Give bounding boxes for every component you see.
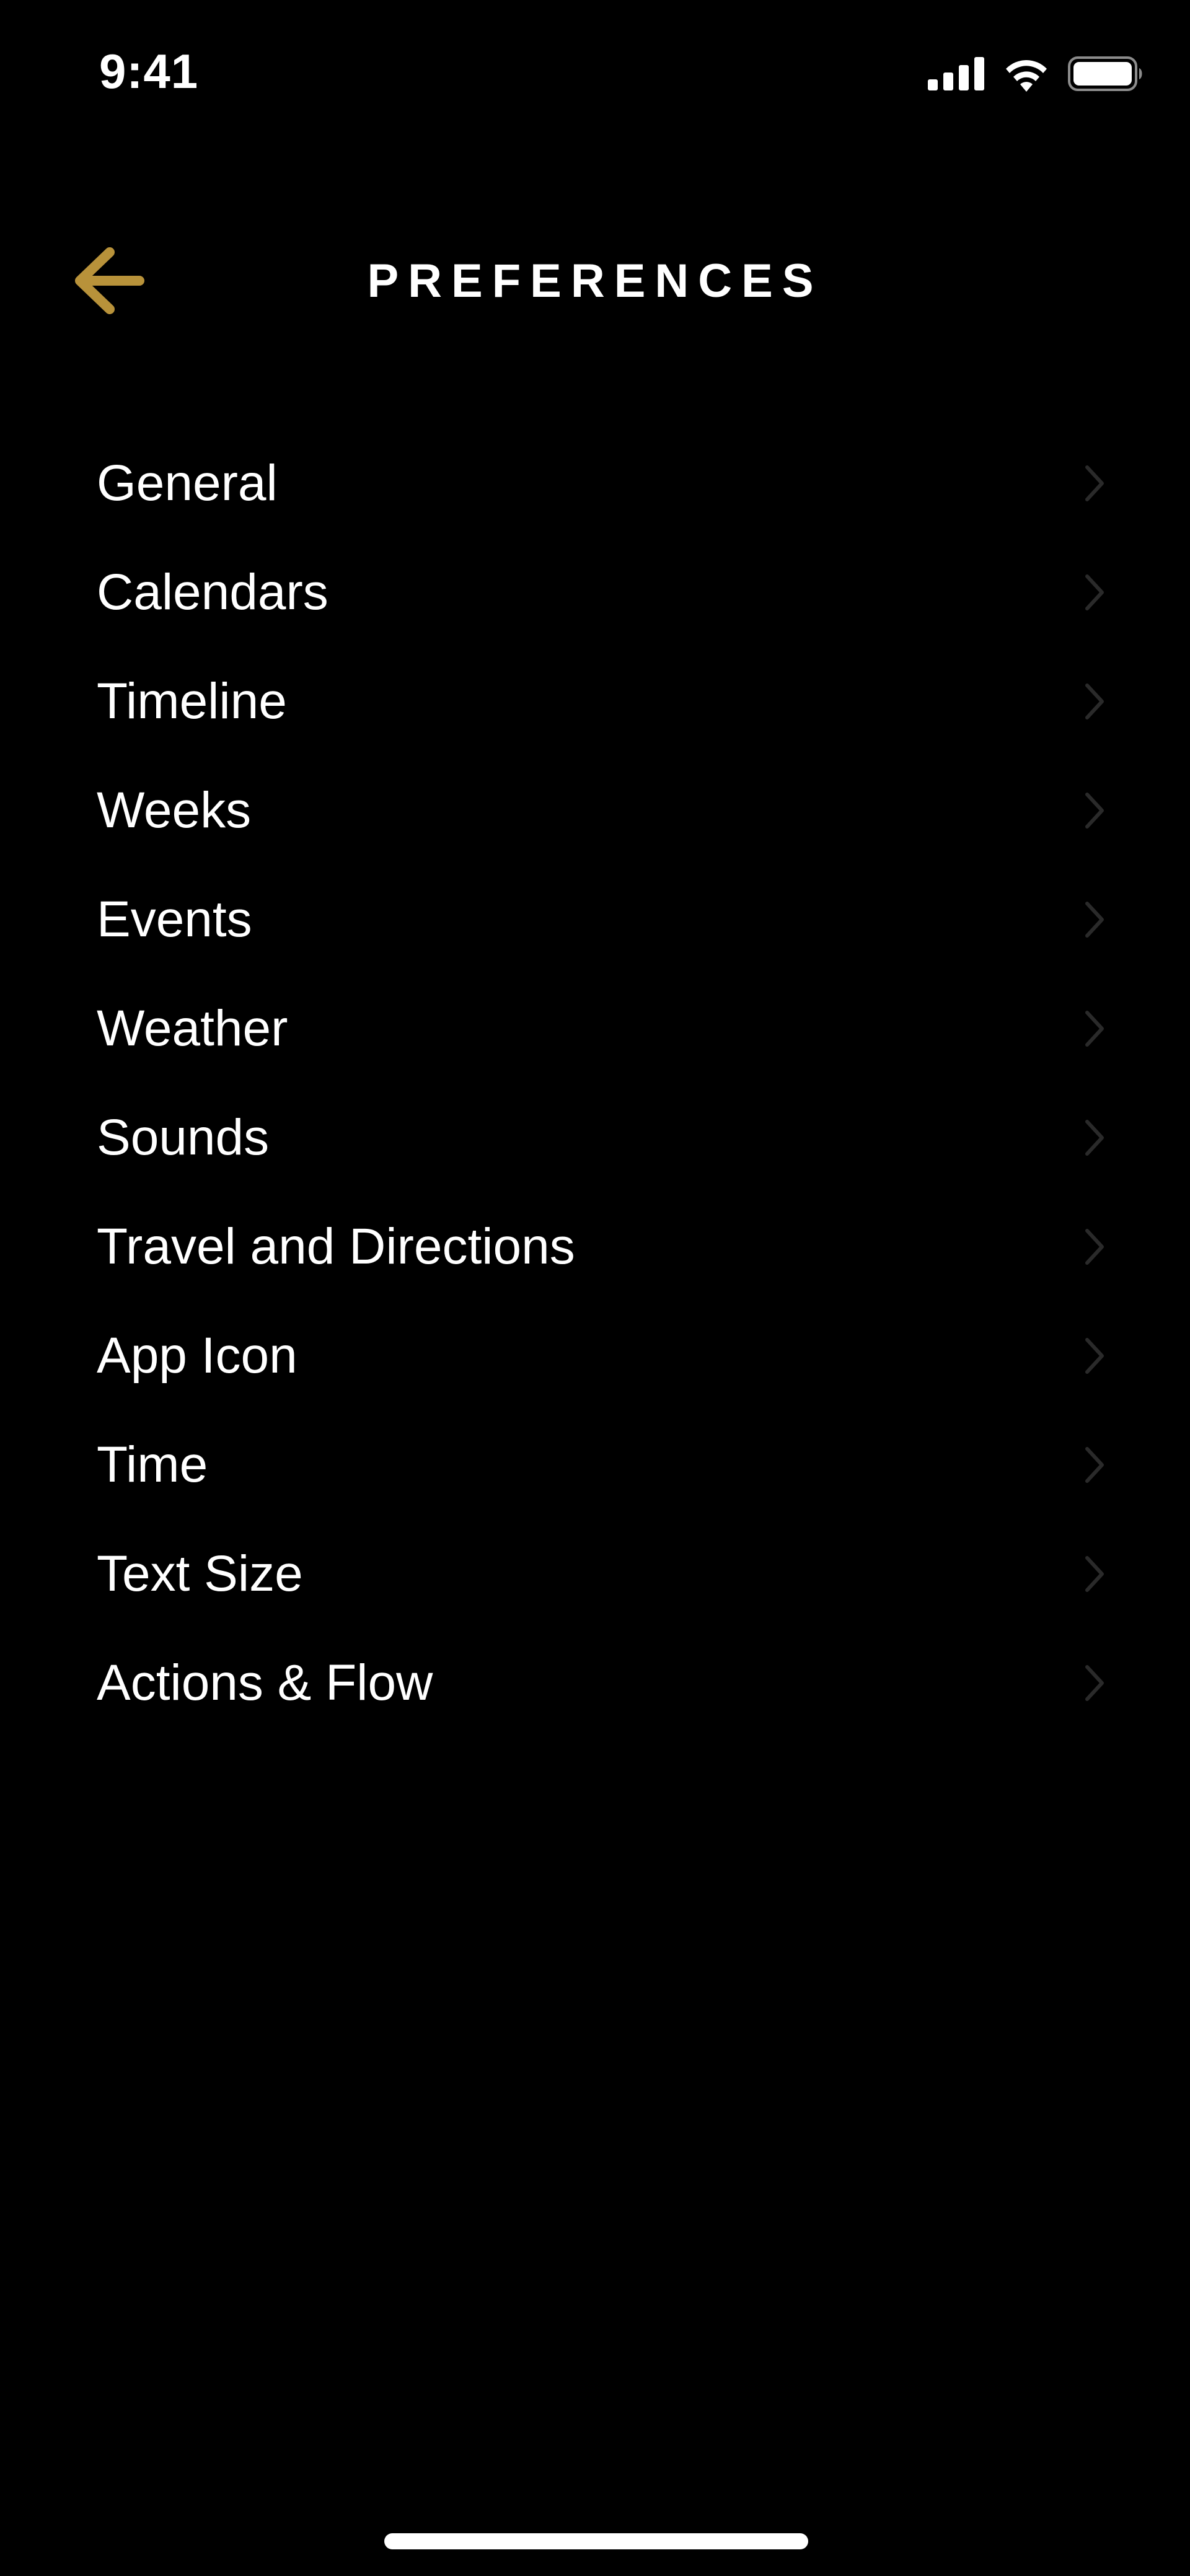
menu-item-label: Timeline bbox=[97, 673, 287, 729]
status-bar: 9:41 bbox=[0, 0, 1190, 149]
battery-icon bbox=[1068, 56, 1144, 91]
chevron-right-icon bbox=[1083, 1445, 1106, 1485]
chevron-right-icon bbox=[1083, 682, 1106, 721]
menu-item-label: Actions & Flow bbox=[97, 1655, 433, 1711]
status-time: 9:41 bbox=[99, 44, 199, 99]
menu-item-label: Time bbox=[97, 1436, 208, 1493]
menu-item-sounds[interactable]: Sounds bbox=[0, 1083, 1190, 1192]
page-title: PREFERENCES bbox=[367, 255, 823, 307]
menu-item-label: General bbox=[97, 455, 278, 511]
menu-item-events[interactable]: Events bbox=[0, 865, 1190, 974]
chevron-right-icon bbox=[1083, 573, 1106, 612]
menu-item-label: Weeks bbox=[97, 782, 252, 838]
chevron-right-icon bbox=[1083, 1663, 1106, 1703]
chevron-right-icon bbox=[1083, 464, 1106, 503]
menu-item-timeline[interactable]: Timeline bbox=[0, 647, 1190, 756]
menu-item-actions-and-flow[interactable]: Actions & Flow bbox=[0, 1629, 1190, 1738]
chevron-right-icon bbox=[1083, 1336, 1106, 1376]
wifi-icon bbox=[1002, 56, 1051, 92]
menu-item-weeks[interactable]: Weeks bbox=[0, 756, 1190, 865]
chevron-right-icon bbox=[1083, 900, 1106, 939]
menu-item-app-icon[interactable]: App Icon bbox=[0, 1301, 1190, 1410]
menu-item-label: App Icon bbox=[97, 1327, 298, 1384]
menu-item-label: Events bbox=[97, 891, 252, 947]
menu-item-label: Sounds bbox=[97, 1109, 270, 1166]
chevron-right-icon bbox=[1083, 1118, 1106, 1158]
menu-item-label: Text Size bbox=[97, 1545, 303, 1602]
status-icons bbox=[928, 53, 1144, 94]
chevron-right-icon bbox=[1083, 1227, 1106, 1267]
menu-item-general[interactable]: General bbox=[0, 429, 1190, 538]
menu-item-text-size[interactable]: Text Size bbox=[0, 1519, 1190, 1629]
menu-item-label: Travel and Directions bbox=[97, 1218, 575, 1275]
chevron-right-icon bbox=[1083, 1554, 1106, 1594]
chevron-right-icon bbox=[1083, 1009, 1106, 1048]
preferences-menu: General Calendars Timeline Weeks Events … bbox=[0, 429, 1190, 1738]
menu-item-weather[interactable]: Weather bbox=[0, 974, 1190, 1083]
menu-item-label: Calendars bbox=[97, 564, 328, 620]
chevron-right-icon bbox=[1083, 791, 1106, 830]
menu-item-time[interactable]: Time bbox=[0, 1410, 1190, 1519]
menu-item-travel-and-directions[interactable]: Travel and Directions bbox=[0, 1192, 1190, 1301]
home-indicator[interactable] bbox=[384, 2533, 808, 2549]
menu-item-label: Weather bbox=[97, 1000, 288, 1057]
navigation-bar: PREFERENCES bbox=[0, 229, 1190, 335]
cellular-signal-icon bbox=[928, 57, 985, 90]
menu-item-calendars[interactable]: Calendars bbox=[0, 538, 1190, 647]
